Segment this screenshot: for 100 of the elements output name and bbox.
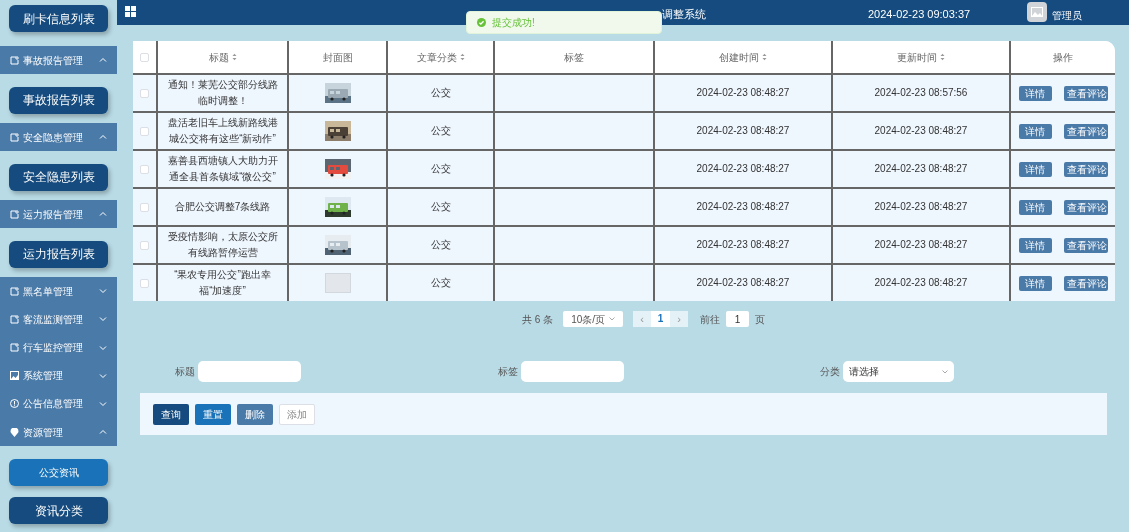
details-button[interactable]: 详情 (1018, 199, 1052, 215)
sidebar-group[interactable]: 公告信息管理 (0, 389, 117, 418)
sidebar-group[interactable]: 客流监测管理 (0, 305, 117, 334)
field-label: 标签 (498, 365, 518, 379)
comments-button[interactable]: 查看评论 (1063, 161, 1108, 177)
page-size-select[interactable]: 10条/页 (563, 311, 624, 327)
sort-icon (762, 53, 767, 61)
document-icon (10, 209, 19, 219)
table-cell-text: 公交 (430, 86, 451, 100)
table-cell-text: 2024-02-23 08:48:27 (874, 124, 968, 138)
sidebar-group[interactable]: 黑名单管理 (0, 277, 117, 306)
column-header[interactable]: 标题 (208, 49, 237, 65)
table-cell-text: 2024-02-23 08:48:27 (874, 276, 968, 290)
sort-icon (231, 53, 237, 61)
column-header[interactable]: 更新时间 (897, 49, 945, 65)
next-page-button[interactable]: › (670, 311, 689, 327)
document-icon (10, 55, 19, 65)
toast-message: 提交成功! (492, 16, 535, 30)
table-cell-text: 盘活老旧车上线新路线港城公交将有这些“新动作” (166, 116, 279, 146)
page-input[interactable]: 1 (726, 311, 750, 327)
table-cell-text: 公交 (430, 200, 451, 214)
checkbox[interactable] (140, 164, 149, 174)
grid-menu-icon[interactable] (125, 6, 136, 17)
table-cell-text: 2024-02-23 08:48:27 (696, 124, 790, 138)
document-icon (10, 286, 19, 296)
document-icon (10, 314, 19, 324)
details-button[interactable]: 详情 (1018, 85, 1052, 101)
details-button[interactable]: 详情 (1018, 275, 1052, 291)
comments-button[interactable]: 查看评论 (1063, 85, 1108, 101)
add-button[interactable]: 添加 (279, 403, 315, 425)
input-field[interactable] (198, 361, 301, 382)
checkbox[interactable] (140, 202, 149, 212)
details-button[interactable]: 详情 (1018, 161, 1052, 177)
table-cell-text: 2024-02-23 08:48:27 (874, 200, 968, 214)
table-cell-text: 2024-02-23 08:57:56 (874, 86, 968, 100)
sidebar-button[interactable]: 刷卡信息列表 (9, 5, 108, 32)
table-cell-text: 公交 (430, 124, 451, 138)
table-cell-text: 2024-02-23 08:48:27 (874, 238, 968, 252)
page-number[interactable]: 1 (651, 311, 671, 327)
comments-button[interactable]: 查看评论 (1063, 199, 1108, 215)
category-select[interactable]: 请选择 (843, 361, 954, 382)
table-cell-text: 公交 (430, 238, 451, 252)
checkbox[interactable] (140, 88, 149, 98)
sidebar-button[interactable]: 安全隐患列表 (9, 163, 108, 191)
table-cell-text: 受疫情影响，太原公交所有线路暂停运营 (166, 230, 279, 260)
document-icon (10, 132, 19, 142)
checkbox[interactable] (140, 126, 149, 136)
checkbox[interactable] (140, 52, 149, 62)
checkbox[interactable] (140, 278, 149, 288)
field-label: 分类 (820, 365, 840, 379)
prev-page-button[interactable]: ‹ (633, 311, 652, 327)
goto-label: 前往 (700, 312, 721, 327)
table-cell-text: 公交 (430, 162, 451, 176)
app-title: 调整系统 (662, 7, 706, 22)
delete-button[interactable]: 删除 (237, 403, 273, 425)
sidebar-button[interactable]: 资讯分类 (9, 497, 108, 525)
sidebar-group[interactable]: 行车监控管理 (0, 333, 117, 362)
sidebar-button[interactable]: 公交资讯 (9, 458, 108, 486)
chevron-icon (609, 317, 616, 321)
details-button[interactable]: 详情 (1018, 123, 1052, 139)
sidebar-group[interactable]: 运力报告管理 (0, 200, 117, 229)
sidebar-group[interactable]: 资源管理 (0, 417, 117, 447)
sidebar-button[interactable]: 事故报告列表 (9, 86, 108, 114)
reset-button[interactable]: 重置 (195, 403, 231, 425)
table-cell-text: 2024-02-23 08:48:27 (874, 162, 968, 176)
table-cell-text: 2024-02-23 08:48:27 (696, 162, 790, 176)
comments-button[interactable]: 查看评论 (1063, 275, 1108, 291)
username: 管理员 (1052, 9, 1082, 23)
column-header: 标签 (564, 50, 584, 65)
table-cell-text: 合肥公交调整7条线路 (174, 200, 271, 214)
comments-button[interactable]: 查看评论 (1063, 237, 1108, 253)
comments-button[interactable]: 查看评论 (1063, 123, 1108, 139)
goto-suffix: 页 (755, 312, 766, 327)
location-pin-icon (10, 427, 19, 437)
column-header[interactable]: 文章分类 (416, 49, 465, 65)
document-icon (10, 343, 19, 353)
sort-icon (940, 53, 945, 61)
info-icon (10, 399, 19, 409)
total-count: 共 6 条 (522, 312, 554, 327)
table-cell-text: 2024-02-23 08:48:27 (696, 276, 790, 290)
sort-icon (459, 53, 465, 61)
search-button[interactable]: 查询 (153, 403, 189, 425)
checkbox[interactable] (140, 240, 149, 250)
column-header: 封面图 (322, 50, 353, 65)
sidebar-group[interactable]: 事故报告管理 (0, 45, 117, 75)
table-cell-text: 嘉善县西塘镇人大助力开通全县首条镇域“微公交” (166, 154, 279, 184)
column-header[interactable]: 创建时间 (719, 49, 767, 65)
details-button[interactable]: 详情 (1018, 237, 1052, 253)
table-cell-text: “果农专用公交”跑出幸福“加速度” (173, 268, 272, 298)
datetime: 2024-02-23 09:03:37 (868, 7, 971, 22)
table-cell-text: 2024-02-23 08:48:27 (696, 200, 790, 214)
sidebar-button[interactable]: 运力报告列表 (9, 240, 108, 268)
input-field[interactable] (521, 361, 624, 382)
table-cell-text: 公交 (430, 276, 451, 290)
avatar[interactable] (1027, 2, 1047, 22)
table-cell-text: 2024-02-23 08:48:27 (696, 238, 790, 252)
sidebar-group[interactable]: 系统管理 (0, 361, 117, 390)
sidebar-group[interactable]: 安全隐患管理 (0, 123, 117, 152)
image-icon (10, 371, 19, 381)
field-label: 标题 (175, 365, 195, 379)
